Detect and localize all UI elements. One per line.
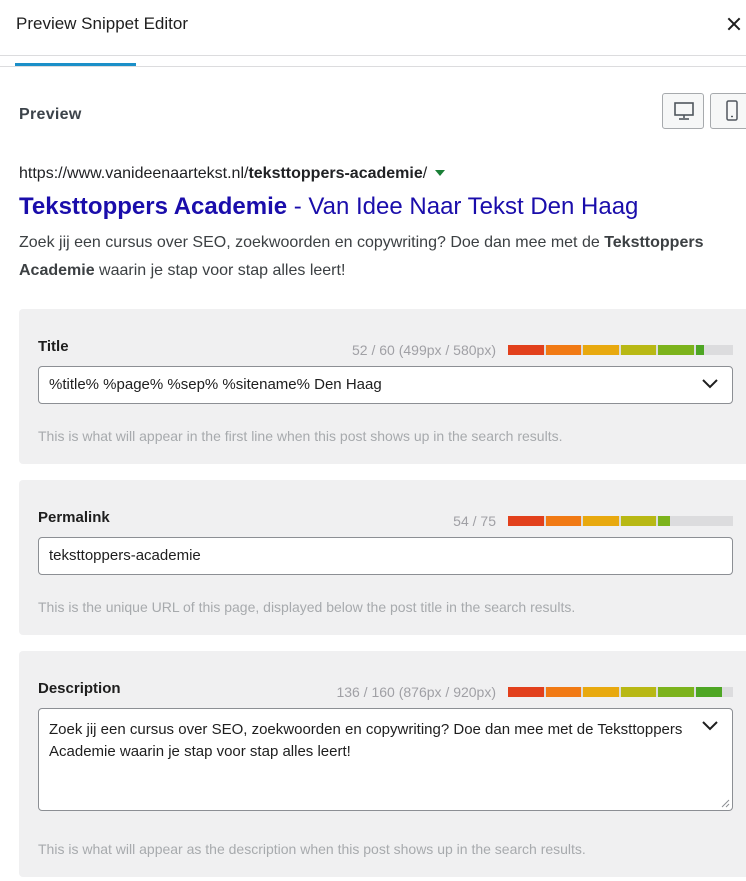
permalink-input-value: teksttoppers-academie [49,547,201,564]
serp-url-slug: teksttoppers-academie [248,165,423,182]
title-help-text: This is what will appear in the first li… [38,428,563,444]
desktop-preview-button[interactable] [662,93,704,129]
url-dropdown-arrow-icon [435,170,446,176]
mobile-preview-button[interactable] [710,93,746,129]
title-label: Title [38,338,69,355]
serp-desc-part2: waarin je stap voor stap alles leert! [94,262,346,279]
meter-segment [545,516,581,526]
serp-title-rest: - Van Idee Naar Tekst Den Haag [287,193,639,220]
meter-segment [658,516,670,526]
resize-handle-icon[interactable] [720,798,730,808]
serp-description: Zoek jij een cursus over SEO, zoekwoorde… [19,229,719,285]
meter-segment [545,345,581,355]
title-count: 52 / 60 (499px / 580px) [352,342,496,358]
meter-segment [508,516,544,526]
serp-url: https://www.vanideenaartekst.nl/teksttop… [19,165,446,183]
permalink-count: 54 / 75 [453,513,496,529]
desktop-icon [674,102,694,120]
description-textarea[interactable]: Zoek jij een cursus over SEO, zoekwoorde… [38,708,733,811]
meter-segment [620,516,656,526]
modal-header: Preview Snippet Editor [0,0,746,55]
serp-url-prefix: https://www.vanideenaartekst.nl/ [19,165,249,182]
title-input-value: %title% %page% %sep% %sitename% Den Haag [49,376,382,393]
permalink-input[interactable]: teksttoppers-academie [38,537,733,575]
meter-segment [620,687,656,697]
meter-segment [583,516,619,526]
mobile-icon [726,100,738,121]
serp-title: Teksttoppers Academie - Van Idee Naar Te… [19,193,638,221]
description-panel: Description 136 / 160 (876px / 920px) Zo… [19,651,746,877]
permalink-label: Permalink [38,509,110,526]
description-help-text: This is what will appear as the descript… [38,841,586,857]
modal-title: Preview Snippet Editor [16,14,188,33]
description-label: Description [38,680,121,697]
meter-segment [658,687,694,697]
chevron-down-icon[interactable] [702,721,718,731]
chevron-down-icon[interactable] [702,379,718,389]
meter-segment [695,345,704,355]
title-length-meter [508,345,733,355]
meter-segment [545,687,581,697]
title-input[interactable]: %title% %page% %sep% %sitename% Den Haag [38,366,733,404]
meter-segment [695,687,722,697]
meter-segment [658,345,694,355]
description-length-meter [508,687,733,697]
close-icon[interactable] [724,10,746,38]
header-divider [0,55,746,56]
meter-segment [583,687,619,697]
permalink-panel: Permalink 54 / 75 teksttoppers-academie … [19,480,746,635]
tab-divider [0,66,746,67]
preview-label: Preview [19,106,82,123]
meter-segment [508,345,544,355]
description-textarea-value: Zoek jij een cursus over SEO, zoekwoorde… [49,721,683,760]
description-count: 136 / 160 (876px / 920px) [336,684,496,700]
title-panel: Title 52 / 60 (499px / 580px) %title% %p… [19,309,746,464]
serp-desc-part1: Zoek jij een cursus over SEO, zoekwoorde… [19,234,605,251]
serp-url-suffix: / [422,165,428,182]
meter-segment [620,345,656,355]
permalink-help-text: This is the unique URL of this page, dis… [38,599,576,615]
serp-title-bold: Teksttoppers Academie [19,193,288,220]
meter-segment [583,345,619,355]
meter-segment [508,687,544,697]
permalink-length-meter [508,516,733,526]
